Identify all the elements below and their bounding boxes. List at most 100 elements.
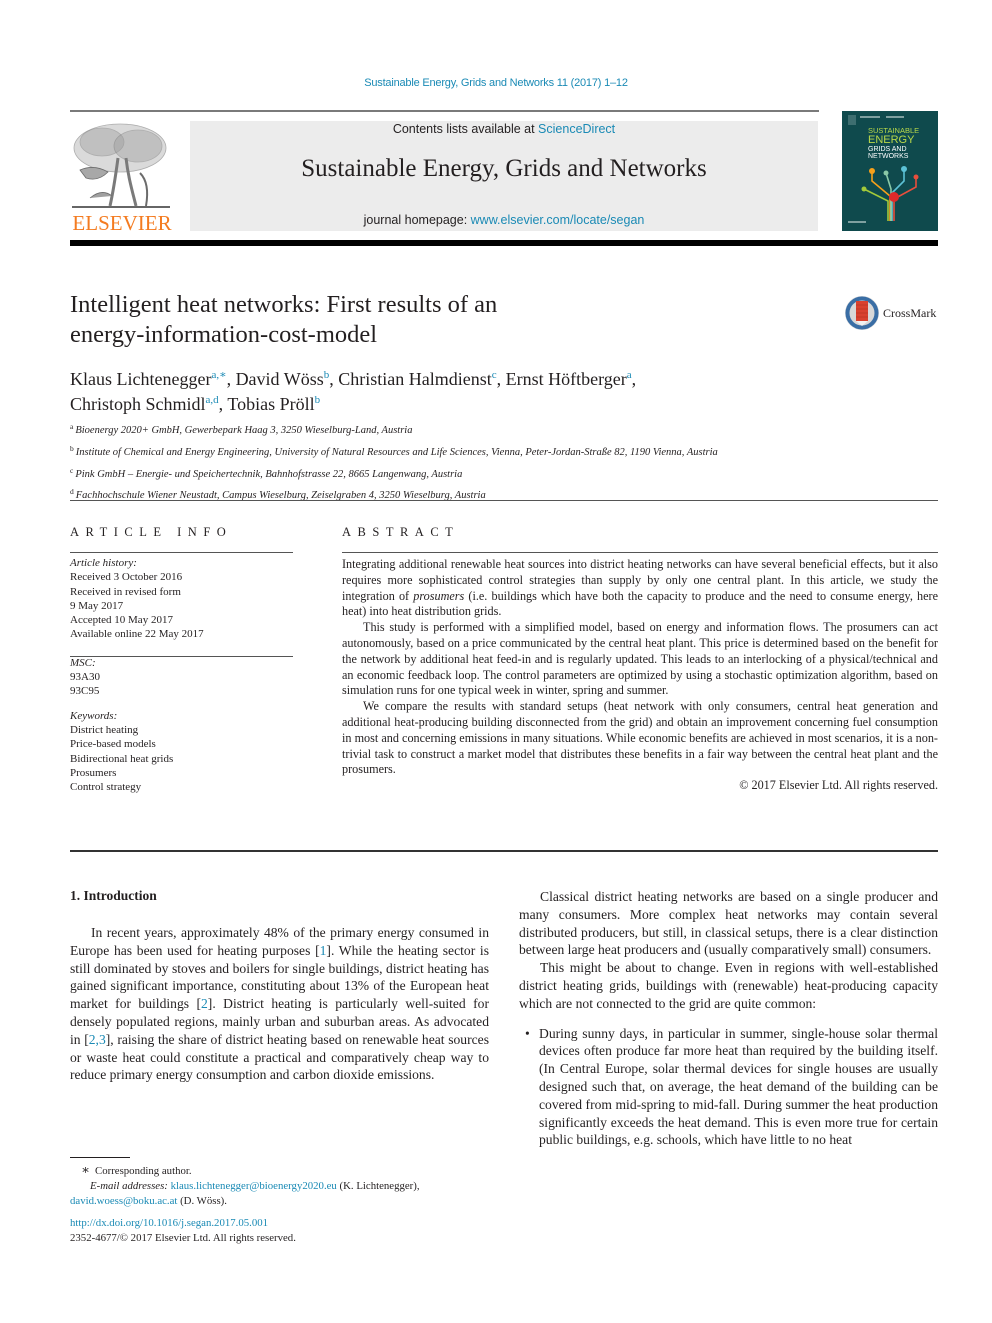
body-column-left: In recent years, approximately 48% of th…: [70, 924, 489, 1084]
keyword: District heating: [70, 723, 139, 736]
crossmark-icon: [845, 296, 879, 330]
author[interactable]: Klaus Lichtenegger: [70, 369, 211, 389]
citation-link[interactable]: 2,3: [89, 1032, 106, 1047]
abstract-copyright: © 2017 Elsevier Ltd. All rights reserved…: [739, 778, 938, 793]
sciencedirect-link[interactable]: ScienceDirect: [538, 122, 615, 136]
divider: [70, 500, 938, 501]
citation-link[interactable]: 2: [201, 996, 208, 1011]
keyword: Control strategy: [70, 781, 142, 794]
history-item: 9 May 2017: [70, 599, 124, 612]
author-affiliation-mark[interactable]: a,∗: [211, 369, 226, 381]
doi-link[interactable]: http://dx.doi.org/10.1016/j.segan.2017.0…: [70, 1217, 268, 1229]
emphasis: prosumers: [413, 588, 465, 603]
msc-label: MSC:: [70, 656, 96, 669]
corresponding-author-note: ∗ Corresponding author.: [70, 1162, 500, 1179]
history-item: Accepted 10 May 2017: [70, 614, 173, 627]
affiliation-text: Pink GmbH – Energie- und Speichertechnik…: [75, 468, 463, 480]
affiliation: b Institute of Chemical and Energy Engine…: [70, 440, 870, 462]
keyword: Prosumers: [70, 766, 117, 779]
author-separator: ,: [226, 369, 236, 389]
affiliation-key: c: [70, 465, 74, 475]
affiliation-key: a: [70, 422, 74, 431]
email-link[interactable]: klaus.lichtenegger@bioenergy2020.eu: [171, 1180, 337, 1192]
keyword: Price-based models: [70, 738, 156, 751]
history-item: Available online 22 May 2017: [70, 628, 204, 641]
affiliation: a Bioenergy 2020+ GmbH, Gewerbepark Haag …: [70, 418, 870, 440]
email-note-cont: david.woess@boku.ac.at (D. Wöss).: [70, 1195, 227, 1207]
abstract-body: Integrating additional renewable heat so…: [342, 557, 938, 794]
author-separator: ,: [496, 369, 506, 389]
crossmark-label: CrossMark: [883, 306, 937, 320]
body-column-right: Classical district heating networks are …: [519, 888, 938, 1149]
abstract-paragraph: We compare the results with standard set…: [342, 699, 938, 777]
contents-availability: Contents lists available at ScienceDirec…: [190, 122, 818, 136]
article-history: Article history: Received 3 October 2016…: [70, 556, 295, 642]
crossmark-button[interactable]: CrossMark: [844, 295, 944, 333]
article-title: Intelligent heat networks: First results…: [70, 290, 710, 350]
divider: [70, 850, 938, 852]
title-line-2: energy-information-cost-model: [70, 321, 378, 348]
divider: [70, 552, 293, 553]
affiliations: a Bioenergy 2020+ GmbH, Gewerbepark Haag …: [70, 418, 870, 505]
author[interactable]: Christoph Schmidl: [70, 394, 206, 414]
journal-homepage: journal homepage: www.elsevier.com/locat…: [190, 213, 818, 227]
svg-text:NETWORKS: NETWORKS: [868, 153, 909, 160]
msc-code: 93A30: [70, 671, 100, 684]
tree-icon: ELSEVIER: [72, 123, 172, 235]
homepage-link[interactable]: www.elsevier.com/locate/segan: [471, 213, 645, 227]
author[interactable]: Tobias Pröll: [227, 394, 314, 414]
author-affiliation-mark[interactable]: b: [315, 394, 321, 406]
bullet-icon: •: [525, 1025, 530, 1041]
title-line-1: Intelligent heat networks: First results…: [70, 291, 498, 318]
email-link[interactable]: david.woess@boku.ac.at: [70, 1195, 177, 1207]
email-note: E-mail addresses: klaus.lichtenegger@bio…: [90, 1180, 420, 1192]
footnotes: ∗ Corresponding author. E-mail addresses:…: [70, 1162, 500, 1209]
affiliation: d Fachhochschule Wiener Neustadt, Campus …: [70, 483, 870, 505]
keywords-label: Keywords:: [70, 709, 118, 722]
header-rule: [70, 110, 819, 112]
author[interactable]: David Wöss: [236, 369, 324, 389]
abstract-paragraph: This study is performed with a simplifie…: [342, 620, 938, 698]
svg-text:ELSEVIER: ELSEVIER: [72, 211, 171, 234]
author-separator: ,: [631, 369, 637, 389]
affiliation: c Pink GmbH – Energie- und Speichertechni…: [70, 462, 870, 484]
elsevier-logo[interactable]: ELSEVIER: [70, 118, 174, 235]
homepage-prefix: journal homepage:: [363, 213, 471, 227]
divider: [342, 552, 938, 553]
journal-title: Sustainable Energy, Grids and Networks: [301, 155, 707, 182]
article-info: Article history: Received 3 October 2016…: [70, 556, 295, 804]
list-item: • During sunny days, in particular in sum…: [525, 1025, 938, 1148]
header-thick-rule: [70, 240, 938, 246]
affiliation-key: b: [70, 443, 74, 453]
running-head[interactable]: Sustainable Energy, Grids and Networks 1…: [0, 77, 992, 89]
cover-image-icon: SUSTAINABLE ENERGY GRIDS AND NETWORKS: [842, 111, 938, 231]
history-label: Article history:: [70, 557, 137, 569]
email-label: E-mail addresses:: [90, 1180, 168, 1192]
svg-text:ENERGY: ENERGY: [868, 134, 915, 146]
abstract-heading: ABSTRACT: [342, 525, 460, 539]
author-separator: ,: [329, 369, 339, 389]
author[interactable]: Christian Halmdienst: [338, 369, 491, 389]
history-item: Received in revised form: [70, 585, 181, 598]
svg-text:GRIDS AND: GRIDS AND: [868, 146, 907, 153]
author-list: Klaus Lichteneggera,∗, David Wöss b, Chri…: [70, 365, 830, 415]
contents-prefix: Contents lists available at: [392, 122, 539, 136]
msc-codes: MSC: 93A30 93C95: [70, 656, 295, 699]
article-info-heading: ARTICLE INFO: [70, 525, 233, 539]
affiliation-text: Institute of Chemical and Energy Enginee…: [75, 446, 718, 458]
keyword: Bidirectional heat grids: [70, 752, 174, 765]
asterisk-icon: ∗: [81, 1162, 90, 1177]
journal-cover[interactable]: SUSTAINABLE ENERGY GRIDS AND NETWORKS: [842, 111, 938, 231]
affiliation-text: Bioenergy 2020+ GmbH, Gewerbepark Haag 3…: [75, 425, 413, 436]
footnote-rule: [70, 1157, 130, 1158]
history-item: Received 3 October 2016: [70, 571, 183, 584]
affiliation-key: d: [70, 487, 74, 497]
msc-code: 93C95: [70, 685, 100, 698]
body-paragraph: Classical district heating networks are …: [519, 889, 938, 958]
section-heading: 1. Introduction: [70, 888, 157, 903]
abstract-paragraph: Integrating additional renewable heat so…: [342, 557, 939, 619]
author[interactable]: Ernst Höftberger: [506, 369, 627, 389]
issn-copyright: 2352-4677/© 2017 Elsevier Ltd. All right…: [70, 1231, 296, 1244]
body-paragraph: This might be about to change. Even in r…: [519, 960, 938, 1011]
author-affiliation-mark[interactable]: a,d: [206, 394, 219, 406]
